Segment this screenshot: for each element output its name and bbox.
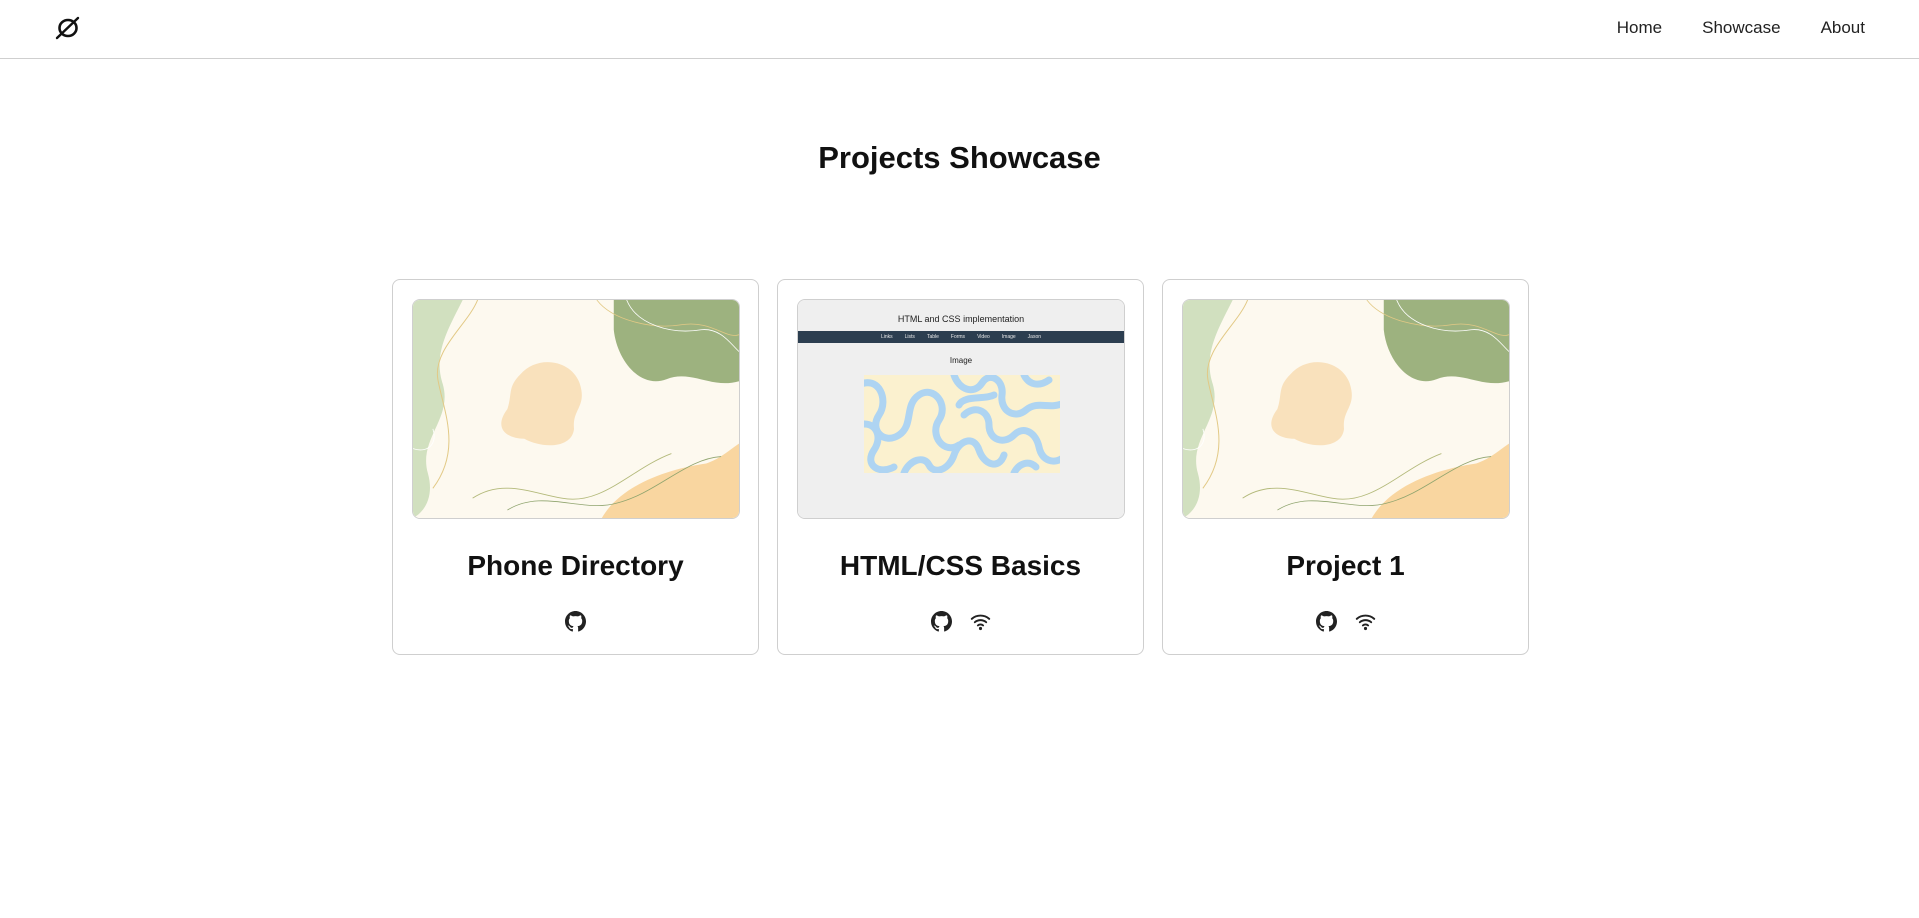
preview-nav-item: Links bbox=[880, 334, 893, 340]
top-navbar: Home Showcase About bbox=[0, 0, 1919, 59]
project-links bbox=[1163, 611, 1528, 632]
swirl-image bbox=[864, 375, 1060, 473]
preview-nav-item: Image bbox=[1001, 334, 1016, 340]
project-thumbnail[interactable]: HTML and CSS implementation Links Lists … bbox=[797, 299, 1125, 519]
logo-icon[interactable] bbox=[54, 14, 82, 42]
nav-link-home[interactable]: Home bbox=[1617, 18, 1662, 38]
project-links bbox=[393, 611, 758, 632]
preview-nav-item: Table bbox=[926, 334, 939, 340]
preview-nav-item: Forms bbox=[950, 334, 966, 340]
project-thumbnail[interactable] bbox=[1182, 299, 1510, 519]
preview-nav-item: Lists bbox=[904, 334, 915, 340]
project-cards: Phone Directory HTML and CSS implementat… bbox=[392, 279, 1529, 655]
project-card-phone-directory: Phone Directory bbox=[392, 279, 759, 655]
html-css-preview: HTML and CSS implementation Links Lists … bbox=[798, 300, 1124, 518]
nav-link-showcase[interactable]: Showcase bbox=[1702, 18, 1780, 38]
preview-subheading: Image bbox=[949, 356, 973, 365]
project-thumbnail[interactable] bbox=[412, 299, 740, 519]
github-icon[interactable] bbox=[565, 611, 586, 632]
project-links bbox=[778, 611, 1143, 632]
project-title: Project 1 bbox=[1286, 550, 1405, 581]
project-title: HTML/CSS Basics bbox=[839, 550, 1082, 581]
main-nav: Home Showcase About bbox=[1617, 0, 1865, 56]
page-title: Projects Showcase bbox=[818, 140, 1101, 175]
project-card-project-1: Project 1 bbox=[1162, 279, 1529, 655]
project-card-html-css-basics: HTML and CSS implementation Links Lists … bbox=[777, 279, 1144, 655]
preview-heading: HTML and CSS implementation bbox=[897, 314, 1025, 324]
preview-nav: Links Lists Table Forms Video Image Jaso… bbox=[798, 331, 1124, 343]
nav-link-about[interactable]: About bbox=[1821, 18, 1865, 38]
preview-nav-item: Video bbox=[977, 334, 990, 340]
preview-nav-item: Jason bbox=[1027, 334, 1042, 340]
project-title: Phone Directory bbox=[467, 550, 684, 581]
github-icon[interactable] bbox=[930, 611, 952, 632]
wifi-icon[interactable] bbox=[970, 611, 991, 632]
wifi-icon[interactable] bbox=[1355, 611, 1376, 632]
github-icon[interactable] bbox=[1315, 611, 1337, 632]
